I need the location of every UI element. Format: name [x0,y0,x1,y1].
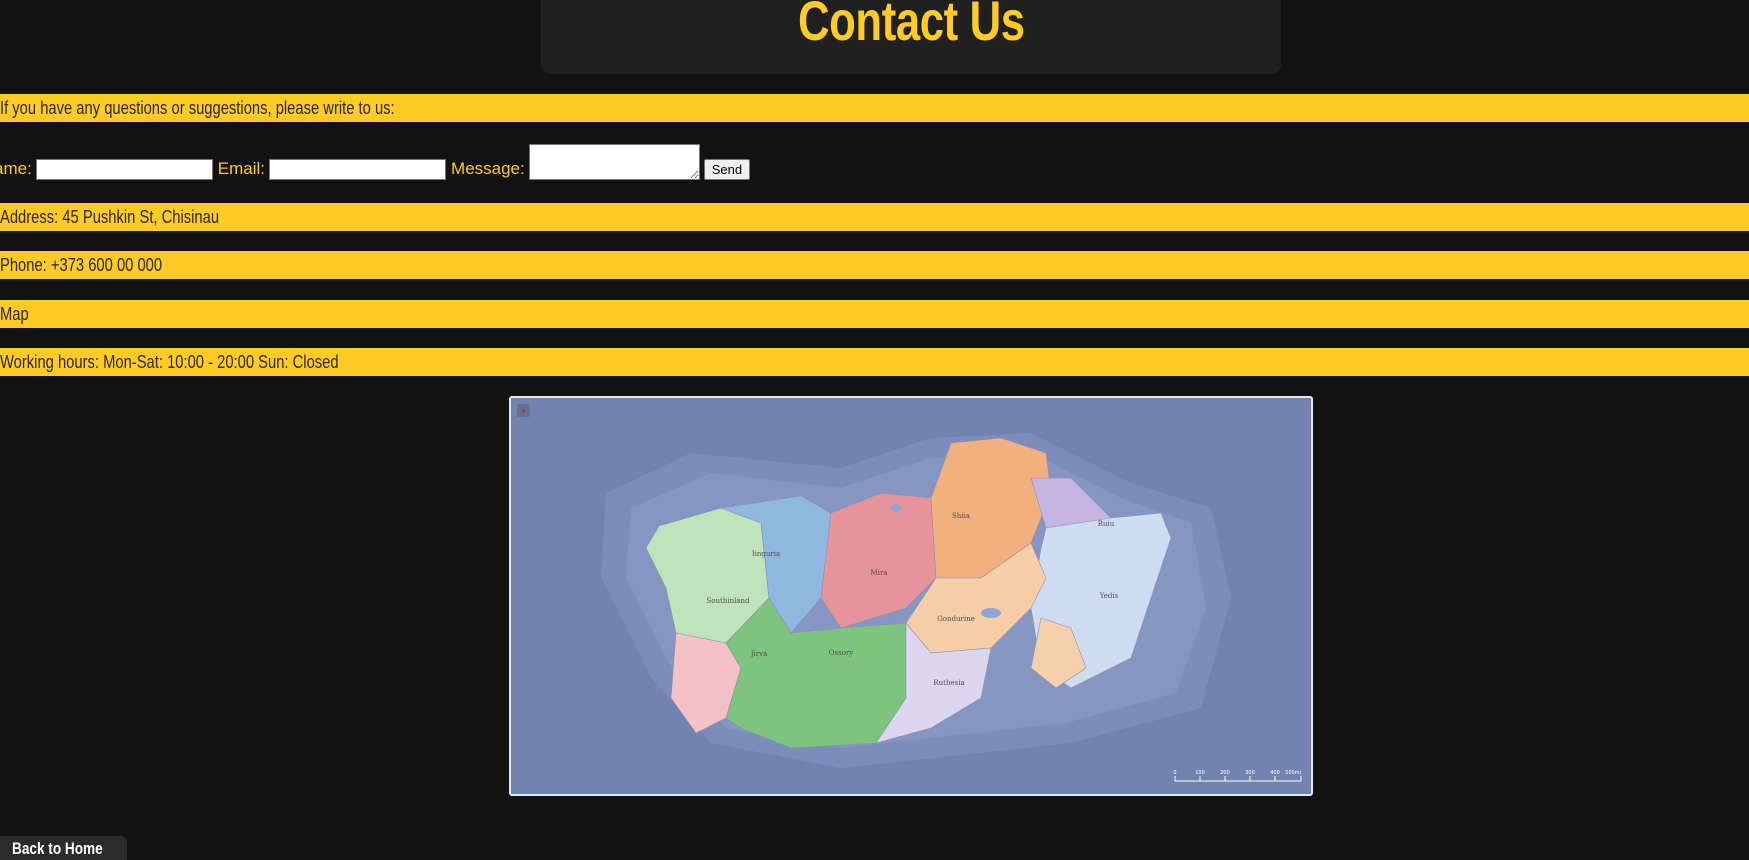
map-region-label: Ruiu [1098,520,1115,528]
map-scale-label: 200 [1220,770,1230,776]
page-title: Contact Us [797,0,1025,52]
hours-text: Working hours: Mon-Sat: 10:00 - 20:00 Su… [0,352,339,372]
intro-text: If you have any questions or suggestions… [0,98,395,118]
map-region-label: Shiia [952,512,970,520]
name-label: ame: [0,159,32,178]
fantasy-map[interactable]: Iinguria Mira Shiia Ruiu Southinland Yedis Gon… [511,398,1311,794]
map-scale-label: 500mi [1285,770,1301,776]
address-text: Address: 45 Pushkin St, Chisinau [0,207,220,227]
hours-band: Working hours: Mon-Sat: 10:00 - 20:00 Su… [0,348,1749,376]
map-scale-label: 100 [1195,770,1205,776]
map-toggle-icon[interactable]: › [517,404,530,417]
map-region-label: Southinland [707,597,751,605]
map-scale-label: 300 [1245,770,1255,776]
map-region-label: Jirva [750,650,768,658]
back-to-home-button[interactable]: Back to Home [0,836,127,860]
map-band: Map [0,300,1749,328]
back-to-home-label: Back to Home [12,839,103,858]
send-button[interactable]: Send [703,159,751,180]
message-label: Message: [451,159,525,178]
address-band: Address: 45 Pushkin St, Chisinau [0,203,1749,231]
map-region-label: Ossory [829,649,853,657]
map-region-label: Ruthesia [933,679,964,687]
name-input[interactable] [35,159,213,180]
map-region-label: Gondurine [937,615,975,623]
map-region-label: Iinguria [752,550,780,558]
map-label: Map [0,304,29,324]
phone-text: Phone: +373 600 00 000 [0,255,163,275]
email-label: Email: [217,159,266,178]
contact-form: ame: Email: Message: Send [0,140,751,180]
email-input[interactable] [269,159,447,180]
map-scale-label: 400 [1270,770,1280,776]
map-region-label: Mira [871,569,888,577]
page-header: Contact Us [541,0,1281,74]
phone-band: Phone: +373 600 00 000 [0,251,1749,279]
intro-band: If you have any questions or suggestions… [0,94,1749,122]
map-scale-label: 0 [1173,770,1176,776]
message-textarea[interactable] [528,144,700,180]
map-frame[interactable]: Iinguria Mira Shiia Ruiu Southinland Yedis Gon… [509,396,1313,796]
map-region-label: Yedis [1099,592,1119,600]
